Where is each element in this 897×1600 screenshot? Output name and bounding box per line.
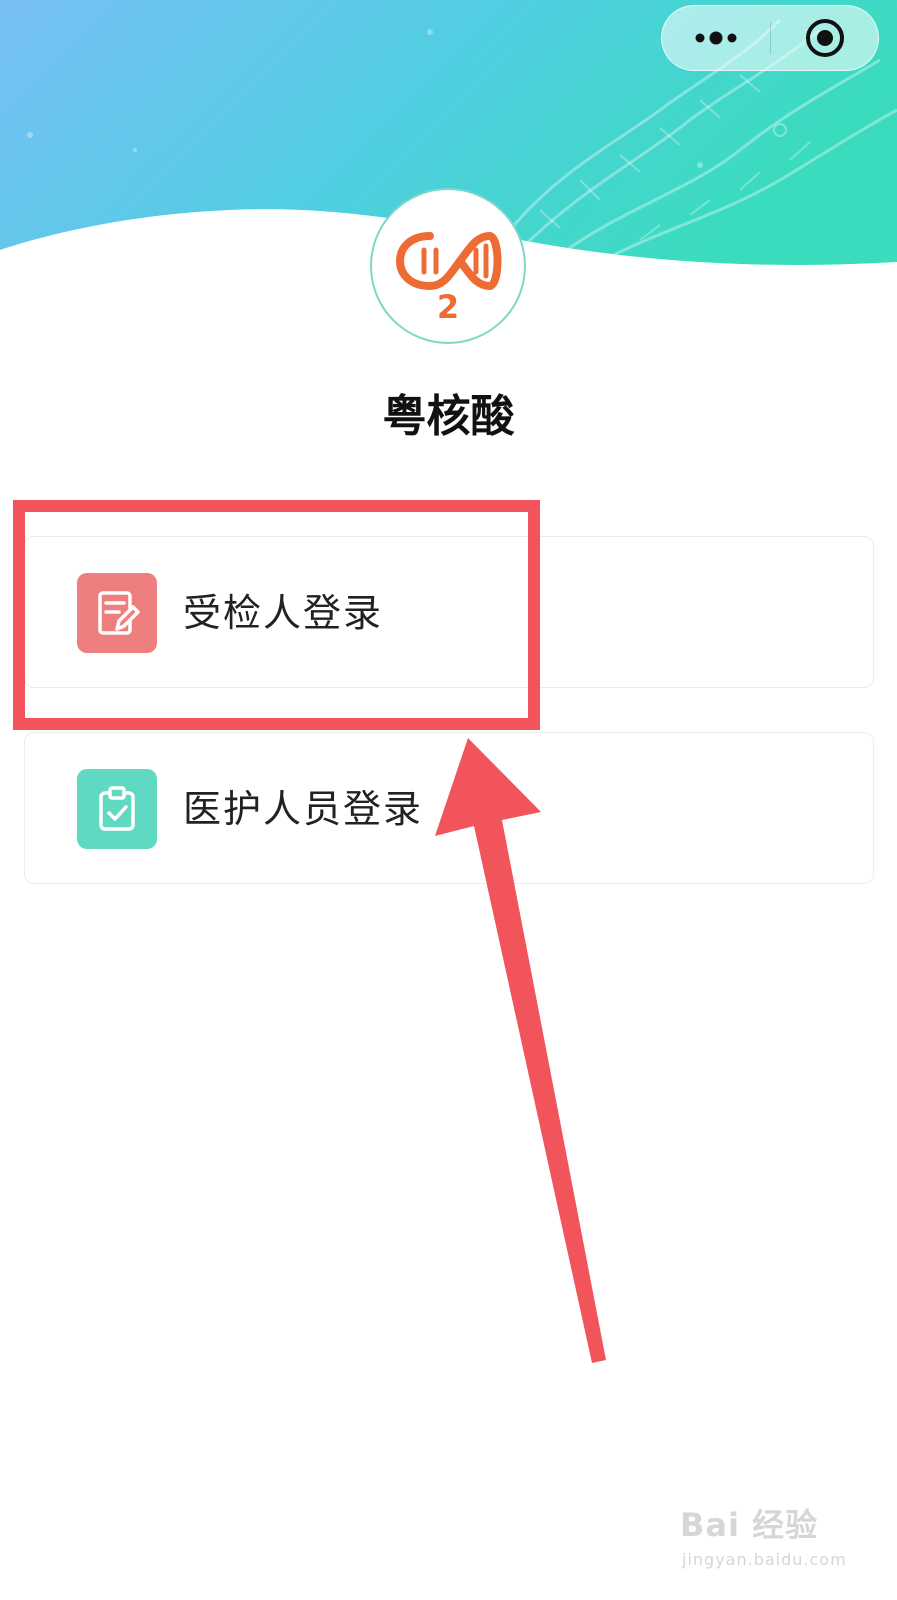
medical-staff-login-label: 医护人员登录 [183, 787, 424, 831]
watermark-main-text: Bai 经验 [680, 1506, 819, 1544]
document-edit-icon [77, 573, 157, 653]
more-button[interactable] [662, 6, 770, 70]
dna-o2-logo-icon: 2 [395, 232, 502, 326]
app-title: 粤核酸 [382, 391, 515, 442]
page: 2 粤核酸 受检人登录 医护人员登录 Bai 经验 jingyan.baidu.… [0, 0, 897, 1600]
clipboard-check-icon [77, 769, 157, 849]
examinee-login-button[interactable]: 受检人登录 [24, 536, 874, 688]
medical-staff-login-button[interactable]: 医护人员登录 [24, 732, 874, 884]
more-dots-icon [695, 31, 737, 45]
watermark-sub-text: jingyan.baidu.com [682, 1550, 847, 1569]
baidu-jingyan-watermark: Bai 经验 jingyan.baidu.com [680, 1500, 880, 1590]
miniprogram-capsule [661, 5, 879, 71]
logo-subscript-text: 2 [437, 288, 459, 326]
close-button[interactable] [771, 6, 879, 70]
examinee-login-label: 受检人登录 [183, 591, 384, 635]
target-circle-icon [806, 19, 844, 57]
app-logo: 2 [370, 188, 526, 344]
